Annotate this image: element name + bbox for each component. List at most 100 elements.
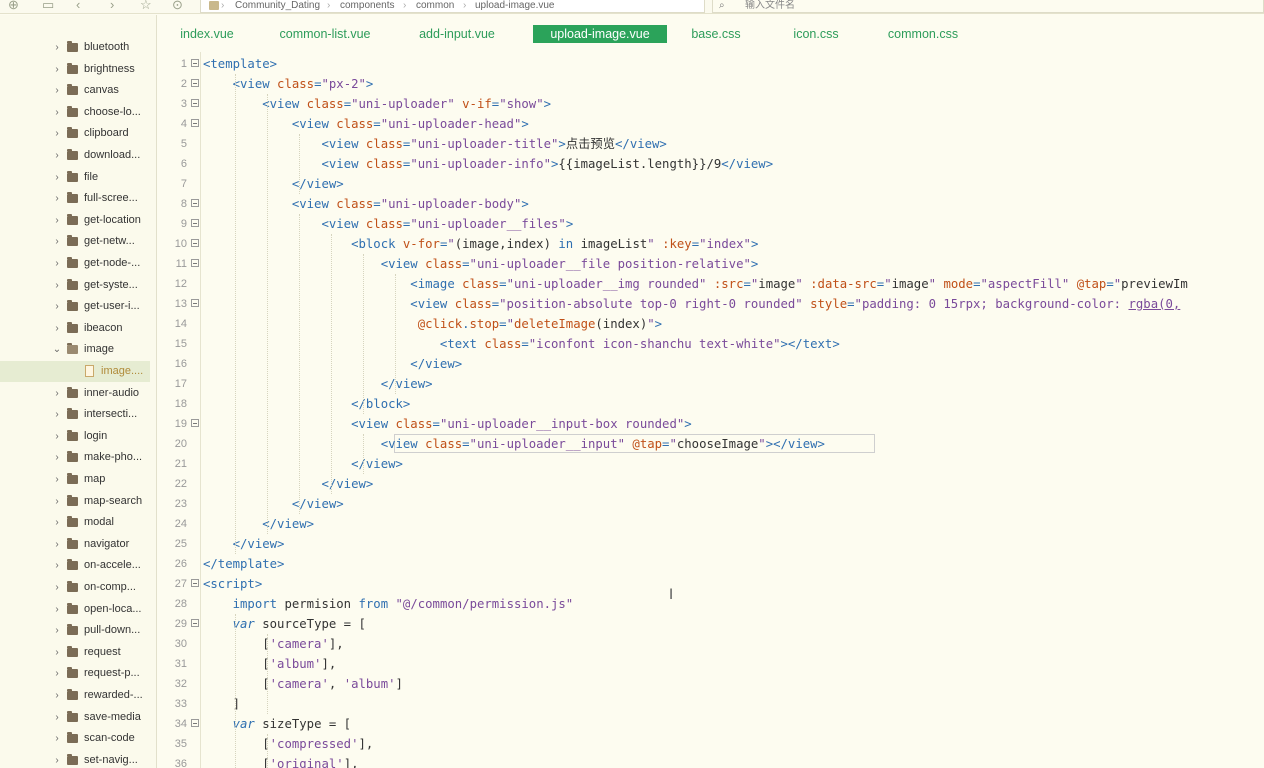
- code-line[interactable]: 14 @click.stop="deleteImage(index)">: [157, 314, 1264, 334]
- fold-toggle-icon[interactable]: [191, 619, 199, 627]
- fold-toggle-icon[interactable]: [191, 59, 199, 67]
- code-line[interactable]: 28 import permision from "@/common/permi…: [157, 594, 1264, 614]
- folder-tree-item[interactable]: › download...: [0, 145, 150, 166]
- chevron-right-icon[interactable]: ›: [52, 231, 62, 252]
- code-line[interactable]: 33 ]: [157, 694, 1264, 714]
- chevron-right-icon[interactable]: ›: [52, 275, 62, 296]
- fold-toggle-icon[interactable]: [191, 79, 199, 87]
- folder-tree-item[interactable]: › on-comp...: [0, 577, 150, 598]
- code-line[interactable]: 2 <view class="px-2">: [157, 74, 1264, 94]
- code-line[interactable]: 20 <view class="uni-uploader__input" @ta…: [157, 434, 1264, 454]
- tab-common-list-vue[interactable]: common-list.vue: [275, 25, 375, 43]
- chevron-right-icon[interactable]: ›: [52, 188, 62, 209]
- folder-tree-item[interactable]: › clipboard: [0, 123, 150, 144]
- chevron-right-icon[interactable]: ›: [52, 663, 62, 684]
- chevron-right-icon[interactable]: ›: [52, 318, 62, 339]
- chevron-right-icon[interactable]: ›: [52, 426, 62, 447]
- chevron-right-icon[interactable]: ›: [52, 80, 62, 101]
- breadcrumb-item[interactable]: components: [340, 0, 394, 12]
- code-line[interactable]: 5 <view class="uni-uploader-title">点击预览<…: [157, 134, 1264, 154]
- code-line[interactable]: 10 <block v-for="(image,index) in imageL…: [157, 234, 1264, 254]
- folder-tree-item[interactable]: › pull-down...: [0, 620, 150, 641]
- chevron-right-icon[interactable]: ›: [52, 210, 62, 231]
- code-line[interactable]: 4 <view class="uni-uploader-head">: [157, 114, 1264, 134]
- code-line[interactable]: 36 ['original'],: [157, 754, 1264, 768]
- folder-tree-item[interactable]: › choose-lo...: [0, 102, 150, 123]
- code-line[interactable]: 22 </view>: [157, 474, 1264, 494]
- chevron-right-icon[interactable]: ›: [52, 707, 62, 728]
- code-line[interactable]: 24 </view>: [157, 514, 1264, 534]
- chevron-right-icon[interactable]: ›: [52, 37, 62, 58]
- code-line[interactable]: 9 <view class="uni-uploader__files">: [157, 214, 1264, 234]
- code-line[interactable]: 17 </view>: [157, 374, 1264, 394]
- file-search-input[interactable]: ⌕ 输入文件名: [712, 0, 1264, 13]
- code-line[interactable]: 32 ['camera', 'album']: [157, 674, 1264, 694]
- code-line[interactable]: 35 ['compressed'],: [157, 734, 1264, 754]
- folder-tree-item[interactable]: › navigator: [0, 534, 150, 555]
- chevron-right-icon[interactable]: ›: [52, 167, 62, 188]
- code-line[interactable]: 6 <view class="uni-uploader-info">{{imag…: [157, 154, 1264, 174]
- chevron-right-icon[interactable]: ›: [52, 447, 62, 468]
- fold-toggle-icon[interactable]: [191, 419, 199, 427]
- fold-toggle-icon[interactable]: [191, 719, 199, 727]
- fold-toggle-icon[interactable]: [191, 119, 199, 127]
- fold-toggle-icon[interactable]: [191, 259, 199, 267]
- folder-tree-item[interactable]: › full-scree...: [0, 188, 150, 209]
- folder-tree-item[interactable]: › request: [0, 642, 150, 663]
- folder-tree-item[interactable]: › rewarded-...: [0, 685, 150, 706]
- fold-toggle-icon[interactable]: [191, 219, 199, 227]
- tab-index-vue[interactable]: index.vue: [177, 25, 237, 43]
- chevron-right-icon[interactable]: ›: [52, 728, 62, 749]
- folder-tree-item[interactable]: › make-pho...: [0, 447, 150, 468]
- code-line[interactable]: 23 </view>: [157, 494, 1264, 514]
- folder-tree-item[interactable]: › get-user-i...: [0, 296, 150, 317]
- chevron-right-icon[interactable]: ›: [52, 555, 62, 576]
- folder-tree-item[interactable]: › file: [0, 167, 150, 188]
- folder-tree-item[interactable]: › open-loca...: [0, 599, 150, 620]
- code-line[interactable]: 31 ['album'],: [157, 654, 1264, 674]
- folder-tree-item[interactable]: › save-media: [0, 707, 150, 728]
- code-line[interactable]: 26 </template>: [157, 554, 1264, 574]
- code-line[interactable]: 15 <text class="iconfont icon-shanchu te…: [157, 334, 1264, 354]
- breadcrumb-item[interactable]: common: [416, 0, 454, 12]
- run-icon[interactable]: ⊙: [172, 0, 183, 12]
- folder-tree-item[interactable]: › request-p...: [0, 663, 150, 684]
- code-line[interactable]: 18 </block>: [157, 394, 1264, 414]
- chevron-right-icon[interactable]: ›: [52, 102, 62, 123]
- fold-toggle-icon[interactable]: [191, 99, 199, 107]
- breadcrumb-item[interactable]: Community_Dating: [235, 0, 320, 12]
- chevron-right-icon[interactable]: ›: [52, 383, 62, 404]
- tab-add-input-vue[interactable]: add-input.vue: [415, 25, 499, 43]
- folder-tree-item[interactable]: › canvas: [0, 80, 150, 101]
- chevron-right-icon[interactable]: ›: [52, 577, 62, 598]
- chevron-right-icon[interactable]: ›: [52, 491, 62, 512]
- chevron-right-icon[interactable]: ›: [52, 599, 62, 620]
- code-line[interactable]: 34 var sizeType = [: [157, 714, 1264, 734]
- folder-tree-item[interactable]: › modal: [0, 512, 150, 533]
- chevron-right-icon[interactable]: ›: [52, 512, 62, 533]
- code-line[interactable]: 13 <view class = "position-absolute top-0 …: [157, 294, 1264, 314]
- file-tree-item[interactable]: image....: [0, 361, 150, 382]
- folder-tree-item[interactable]: › map-search: [0, 491, 150, 512]
- code-line[interactable]: 30 ['camera'],: [157, 634, 1264, 654]
- chevron-right-icon[interactable]: ›: [52, 145, 62, 166]
- save-icon[interactable]: ▭: [42, 0, 54, 12]
- folder-tree-item[interactable]: › scan-code: [0, 728, 150, 749]
- chevron-right-icon[interactable]: ›: [52, 534, 62, 555]
- chevron-right-icon[interactable]: ›: [52, 253, 62, 274]
- chevron-right-icon[interactable]: ›: [52, 750, 62, 768]
- code-editor[interactable]: I 1 <template> 2 <view class="px-2"> 3 <vie…: [157, 52, 1264, 768]
- new-file-icon[interactable]: ⊕: [8, 0, 19, 12]
- chevron-right-icon[interactable]: ›: [52, 123, 62, 144]
- tab-upload-image-vue[interactable]: upload-image.vue: [533, 25, 667, 43]
- fold-toggle-icon[interactable]: [191, 579, 199, 587]
- code-line[interactable]: 29 var sourceType = [: [157, 614, 1264, 634]
- chevron-right-icon[interactable]: ›: [52, 59, 62, 80]
- folder-tree-item[interactable]: › ibeacon: [0, 318, 150, 339]
- folder-tree-item[interactable]: › bluetooth: [0, 37, 150, 58]
- code-line[interactable]: 19 <view class="uni-uploader__input-box …: [157, 414, 1264, 434]
- folder-tree-item[interactable]: › map: [0, 469, 150, 490]
- fold-toggle-icon[interactable]: [191, 239, 199, 247]
- chevron-right-icon[interactable]: ›: [52, 296, 62, 317]
- folder-tree-item[interactable]: › on-accele...: [0, 555, 150, 576]
